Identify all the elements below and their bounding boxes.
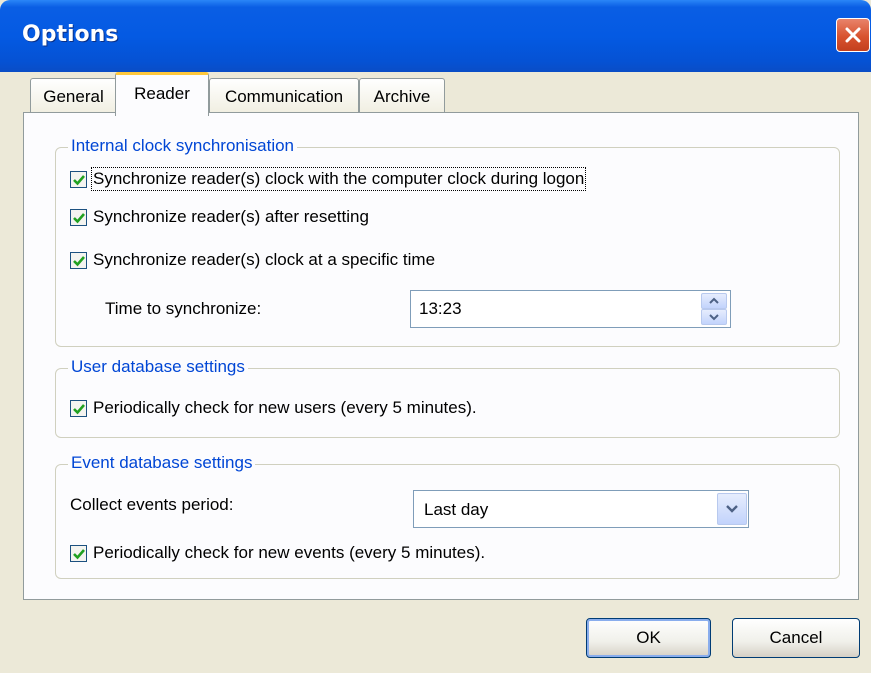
sync-specific-time-label: Synchronize reader(s) clock at a specifi…	[93, 250, 436, 269]
time-to-synchronize-label: Time to synchronize:	[105, 299, 262, 318]
check-new-users-checkbox[interactable]: Periodically check for new users (every …	[70, 398, 477, 418]
tab-archive[interactable]: Archive	[359, 78, 445, 112]
sync-reset-checkbox[interactable]: Synchronize reader(s) after resetting	[70, 207, 369, 227]
clock-sync-group-title: Internal clock synchronisation	[68, 136, 298, 156]
sync-specific-time-checkbox[interactable]: Synchronize reader(s) clock at a specifi…	[70, 250, 435, 270]
reader-tab-panel: Internal clock synchronisation Synchroni…	[23, 112, 859, 600]
check-icon	[73, 403, 85, 414]
spin-down-button[interactable]	[701, 309, 727, 325]
ok-button[interactable]: OK	[586, 618, 711, 658]
check-icon	[73, 255, 85, 266]
time-to-synchronize-input[interactable]: 13:23	[410, 290, 731, 328]
checkbox-box[interactable]	[70, 544, 87, 562]
spin-down-icon	[709, 314, 719, 321]
check-new-users-label: Periodically check for new users (every …	[93, 398, 477, 417]
spin-up-icon	[709, 297, 719, 304]
tab-general-label: General	[43, 87, 104, 106]
time-value: 13:23	[419, 299, 462, 318]
tab-archive-label: Archive	[373, 87, 431, 106]
checkbox-box[interactable]	[70, 170, 87, 188]
spin-up-button[interactable]	[701, 293, 727, 309]
title-bar[interactable]: Options	[0, 0, 871, 72]
check-icon	[73, 174, 85, 185]
cancel-button-label: Cancel	[769, 628, 823, 647]
window-title: Options	[22, 22, 119, 47]
sync-logon-checkbox[interactable]: Synchronize reader(s) clock with the com…	[70, 167, 587, 191]
event-db-group-title: Event database settings	[68, 453, 256, 473]
dropdown-button[interactable]	[717, 493, 747, 525]
tab-reader-label: Reader	[134, 84, 190, 103]
chevron-down-icon	[726, 505, 738, 513]
sync-logon-label: Synchronize reader(s) clock with the com…	[90, 167, 587, 191]
close-button[interactable]	[836, 18, 870, 52]
user-db-group-title: User database settings	[68, 357, 248, 377]
checkbox-box[interactable]	[70, 399, 87, 417]
check-icon	[73, 548, 85, 559]
sync-reset-label: Synchronize reader(s) after resetting	[93, 207, 369, 226]
tab-reader[interactable]: Reader	[115, 72, 209, 116]
checkbox-box[interactable]	[70, 208, 87, 226]
cancel-button[interactable]: Cancel	[732, 618, 860, 658]
collect-events-period-select[interactable]: Last day	[413, 490, 749, 528]
tab-general[interactable]: General	[30, 78, 117, 112]
tab-communication[interactable]: Communication	[209, 78, 359, 112]
check-icon	[73, 212, 85, 223]
period-selected-value: Last day	[424, 500, 489, 519]
checkbox-box[interactable]	[70, 251, 87, 269]
check-new-events-checkbox[interactable]: Periodically check for new events (every…	[70, 543, 485, 563]
close-icon	[845, 27, 861, 43]
options-dialog: Options General Reader Communication Arc…	[0, 0, 871, 673]
check-new-events-label: Periodically check for new events (every…	[93, 543, 486, 562]
tab-communication-label: Communication	[224, 87, 344, 106]
ok-button-label: OK	[636, 628, 661, 647]
collect-events-period-label: Collect events period:	[70, 495, 234, 514]
